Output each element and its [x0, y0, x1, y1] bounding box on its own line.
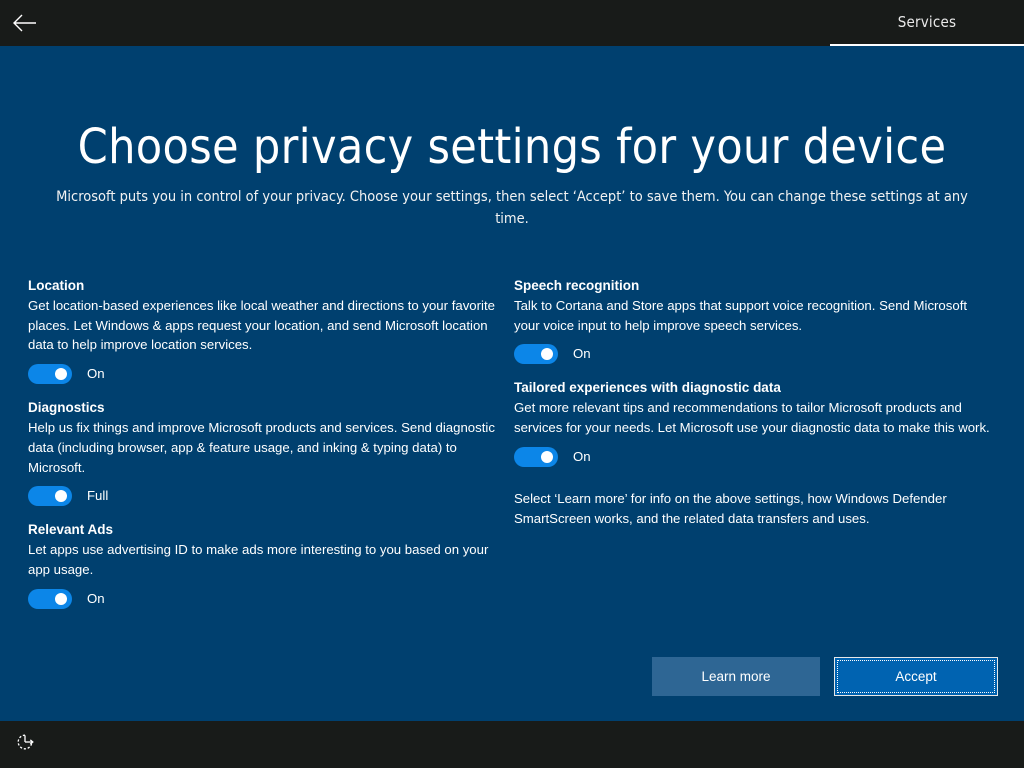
- setting-tailored-experiences: Tailored experiences with diagnostic dat…: [514, 378, 996, 466]
- toggle-location-knob: [55, 368, 67, 380]
- toggle-speech-recognition-knob: [541, 348, 553, 360]
- top-chrome-bar: Services: [0, 0, 1024, 46]
- toggle-relevant-ads[interactable]: [28, 589, 72, 609]
- learn-more-note: Select ‘Learn more’ for info on the abov…: [514, 489, 996, 528]
- page-title: Choose privacy settings for your device: [0, 118, 1024, 176]
- toggle-location[interactable]: [28, 364, 72, 384]
- settings-columns: Location Get location-based experiences …: [0, 276, 1024, 616]
- action-bar: Learn more Accept: [0, 657, 1024, 697]
- accept-button[interactable]: Accept: [834, 657, 998, 696]
- toggle-speech-recognition[interactable]: [514, 344, 558, 364]
- toggle-diagnostics[interactable]: [28, 486, 72, 506]
- toggle-location-state: On: [87, 365, 105, 383]
- setting-relevant-ads-description: Let apps use advertising ID to make ads …: [28, 540, 510, 579]
- setting-diagnostics: Diagnostics Help us fix things and impro…: [28, 398, 510, 506]
- toggle-tailored-experiences[interactable]: [514, 447, 558, 467]
- toggle-tailored-experiences-knob: [541, 451, 553, 463]
- setting-diagnostics-title: Diagnostics: [28, 398, 510, 417]
- setting-location-toggle-row: On: [28, 364, 510, 384]
- setting-relevant-ads-title: Relevant Ads: [28, 520, 510, 539]
- setting-location-title: Location: [28, 276, 510, 295]
- ease-of-access-icon: [15, 732, 35, 757]
- toggle-diagnostics-knob: [55, 490, 67, 502]
- setting-speech-recognition-description: Talk to Cortana and Store apps that supp…: [514, 296, 996, 335]
- setting-relevant-ads: Relevant Ads Let apps use advertising ID…: [28, 520, 510, 608]
- setting-speech-recognition: Speech recognition Talk to Cortana and S…: [514, 276, 996, 364]
- setting-diagnostics-description: Help us fix things and improve Microsoft…: [28, 418, 510, 477]
- toggle-diagnostics-state: Full: [87, 487, 108, 505]
- ease-of-access-button[interactable]: [0, 721, 50, 768]
- back-arrow-icon: [11, 13, 37, 33]
- toggle-speech-recognition-state: On: [573, 345, 591, 363]
- toggle-relevant-ads-knob: [55, 593, 67, 605]
- toggle-relevant-ads-state: On: [87, 590, 105, 608]
- setting-speech-recognition-title: Speech recognition: [514, 276, 996, 295]
- heading-section: Choose privacy settings for your device …: [0, 118, 1024, 230]
- page-subtitle: Microsoft puts you in control of your pr…: [47, 186, 977, 230]
- bottom-chrome-bar: [0, 721, 1024, 768]
- tab-services-label: Services: [898, 13, 957, 31]
- tab-services[interactable]: Services: [830, 0, 1024, 46]
- setting-speech-recognition-toggle-row: On: [514, 344, 996, 364]
- setting-tailored-experiences-title: Tailored experiences with diagnostic dat…: [514, 378, 996, 397]
- setting-location: Location Get location-based experiences …: [28, 276, 510, 384]
- accept-button-label: Accept: [895, 669, 936, 684]
- setting-relevant-ads-toggle-row: On: [28, 589, 510, 609]
- settings-column-left: Location Get location-based experiences …: [28, 276, 510, 623]
- setting-diagnostics-toggle-row: Full: [28, 486, 510, 506]
- learn-more-button[interactable]: Learn more: [652, 657, 820, 696]
- setting-tailored-experiences-toggle-row: On: [514, 447, 996, 467]
- settings-column-right: Speech recognition Talk to Cortana and S…: [514, 276, 996, 528]
- setting-tailored-experiences-description: Get more relevant tips and recommendatio…: [514, 398, 996, 437]
- learn-more-button-label: Learn more: [701, 669, 770, 684]
- toggle-tailored-experiences-state: On: [573, 448, 591, 466]
- setting-location-description: Get location-based experiences like loca…: [28, 296, 510, 355]
- back-button[interactable]: [0, 0, 48, 46]
